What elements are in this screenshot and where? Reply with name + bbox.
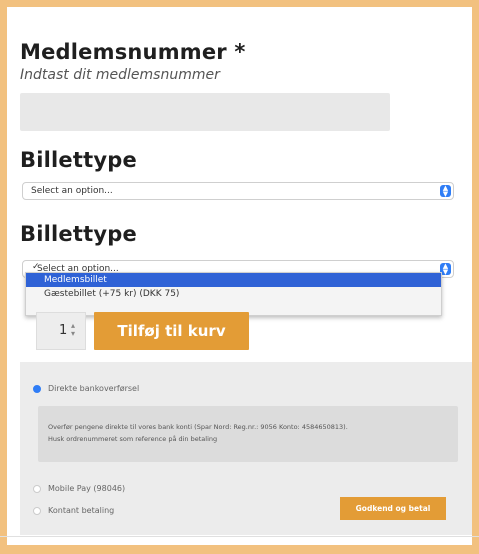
bottom-divider <box>0 536 479 537</box>
dropdown-option-medlemsbillet[interactable]: Medlemsbillet <box>26 273 441 287</box>
payment-method-bank-transfer[interactable]: Direkte bankoverførsel <box>48 384 139 393</box>
payment-method-cash[interactable]: Kontant betaling <box>48 506 114 515</box>
dropdown-option-gaestebillet[interactable]: Gæstebillet (+75 kr) (DKK 75) <box>26 287 441 301</box>
membership-subtitle: Indtast dit medlemsnummer <box>20 67 220 83</box>
radio-cash[interactable] <box>33 507 41 515</box>
quantity-value: 1 <box>59 323 68 338</box>
payment-method-mobile-pay[interactable]: Mobile Pay (98046) <box>48 484 125 493</box>
approve-and-pay-button[interactable]: Godkend og betal <box>340 497 446 520</box>
payment-section: Direkte bankoverførsel Overfør pengene d… <box>20 362 472 535</box>
ticket-type-select-1-value: Select an option... <box>31 186 113 196</box>
ticket-type-title-2: Billettype <box>20 222 137 246</box>
form-panel: Medlemsnummer * Indtast dit medlemsnumme… <box>7 7 472 545</box>
payment-info-line-2: Husk ordrenummeret som reference på din … <box>48 435 218 443</box>
radio-bank-transfer[interactable] <box>33 385 41 393</box>
ticket-type-title-1: Billettype <box>20 148 137 172</box>
stepper-arrows-icon[interactable]: ▴ ▾ <box>71 322 75 338</box>
chevron-updown-icon: ▲ ▼ <box>440 185 451 198</box>
payment-info-box: Overfør pengene direkte til vores bank k… <box>38 406 458 462</box>
ticket-type-dropdown: Medlemsbillet Gæstebillet (+75 kr) (DKK … <box>25 272 442 316</box>
membership-number-input[interactable] <box>20 93 390 131</box>
payment-info-line-1: Overfør pengene direkte til vores bank k… <box>48 423 348 431</box>
membership-title: Medlemsnummer * <box>20 40 246 64</box>
radio-mobile-pay[interactable] <box>33 485 41 493</box>
checkmark-icon: ✓ <box>32 262 40 272</box>
add-to-cart-button[interactable]: Tilføj til kurv <box>94 312 249 350</box>
quantity-stepper[interactable]: 1 ▴ ▾ <box>36 312 86 350</box>
ticket-type-select-1[interactable]: Select an option... ▲ ▼ <box>22 182 454 200</box>
